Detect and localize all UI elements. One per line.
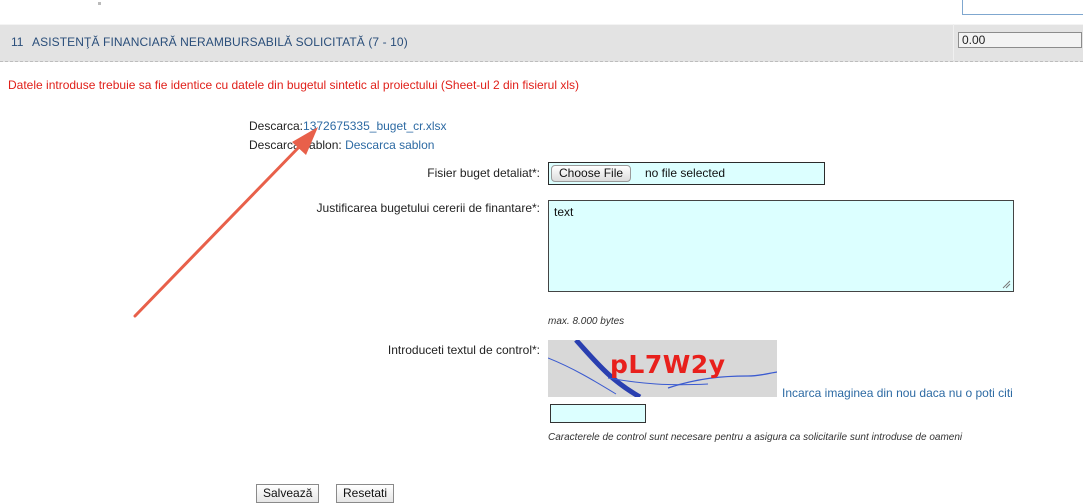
choose-file-button[interactable]: Choose File bbox=[551, 165, 632, 182]
justification-textarea[interactable]: text bbox=[548, 200, 1014, 292]
justification-hint: max. 8.000 bytes bbox=[548, 316, 625, 327]
top-strip bbox=[0, 0, 1083, 22]
file-status: no file selected bbox=[645, 166, 726, 180]
template-line: Descarca sablon: Descarca sablon bbox=[249, 138, 434, 152]
row-number: 11 bbox=[11, 35, 24, 49]
captcha-text: pL7W2y bbox=[610, 350, 726, 379]
captcha-input[interactable] bbox=[550, 404, 646, 423]
template-label: Descarca sablon: bbox=[249, 138, 342, 152]
download-line: Descarca:1372675335_buget_cr.xlsx bbox=[249, 119, 446, 133]
row-label: ASISTENŢĂ FINANCIARĂ NERAMBURSABILĂ SOLI… bbox=[32, 35, 408, 49]
captcha-reload-link[interactable]: Incarca imaginea din nou daca nu o poti … bbox=[782, 386, 1013, 400]
previous-row-input[interactable] bbox=[962, 0, 1083, 15]
download-file-link[interactable]: 1372675335_buget_cr.xlsx bbox=[303, 119, 446, 133]
warning-message: Datele introduse trebuie sa fie identice… bbox=[8, 78, 579, 92]
requested-amount-field[interactable]: 0.00 bbox=[958, 32, 1082, 48]
reset-button[interactable]: Resetati bbox=[336, 484, 395, 503]
captcha-hint: Caracterele de control sunt necesare pen… bbox=[548, 432, 963, 443]
download-label: Descarca: bbox=[249, 119, 304, 133]
captcha-image: pL7W2y bbox=[548, 340, 777, 397]
row-divider bbox=[953, 24, 954, 60]
resize-grip-icon[interactable] bbox=[1001, 279, 1011, 289]
budget-file-label: Fisier buget detaliat*: bbox=[427, 166, 540, 180]
captcha-label: Introduceti textul de control*: bbox=[387, 343, 540, 357]
save-button[interactable]: Salvează bbox=[256, 484, 320, 503]
justification-label: Justificarea bugetului cererii de finant… bbox=[316, 201, 540, 215]
template-download-link[interactable]: Descarca sablon bbox=[345, 138, 434, 152]
top-strip-mark bbox=[98, 2, 101, 5]
